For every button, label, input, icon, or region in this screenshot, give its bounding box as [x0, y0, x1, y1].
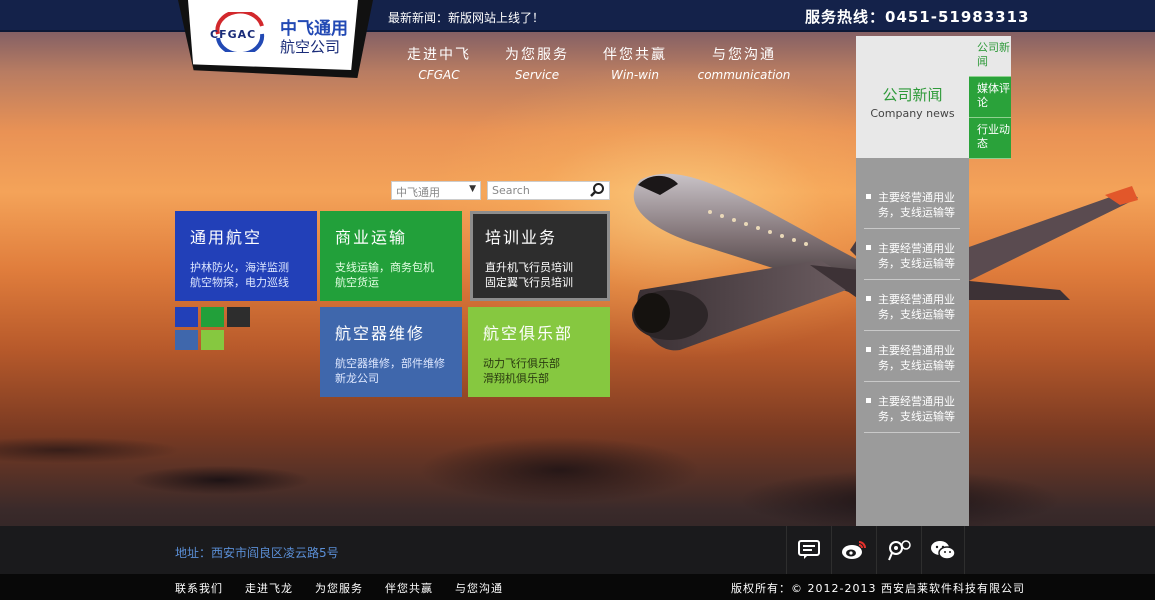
tab-media-comments[interactable]: 媒体评论: [969, 77, 1011, 118]
news-list: 主要经营通用业务，支线运输等 主要经营通用业务，支线运输等 主要经营通用业务，支…: [864, 186, 960, 441]
tile-training[interactable]: 培训业务 直升机飞行员培训 固定翼飞行员培训: [470, 211, 610, 301]
tile-title: 航空俱乐部: [483, 324, 574, 343]
tile-general-aviation[interactable]: 通用航空 护林防火，海洋监测 航空物探，电力巡线: [175, 211, 317, 301]
tile-title: 航空器维修: [335, 324, 426, 343]
weibo-icon[interactable]: [831, 526, 875, 574]
news-item-text: 主要经营通用业务，支线运输等: [878, 242, 955, 270]
news-item[interactable]: 主要经营通用业务，支线运输等: [864, 390, 960, 433]
footer-link-service[interactable]: 为您服务: [315, 580, 363, 596]
color-swatch-green[interactable]: [201, 307, 224, 327]
news-item-text: 主要经营通用业务，支线运输等: [878, 293, 955, 321]
footer-link-win-win[interactable]: 伴您共赢: [385, 580, 433, 596]
footer-link-about[interactable]: 走进飞龙: [245, 580, 293, 596]
search-input[interactable]: Search: [487, 181, 610, 200]
footer-link-contact[interactable]: 联系我们: [175, 580, 223, 596]
footer-link-communication[interactable]: 与您沟通: [455, 580, 503, 596]
news-panel-header: 公司新闻 Company news: [856, 36, 969, 158]
main-nav: 走进中飞 CFGAC 为您服务 Service 伴您共赢 Win-win 与您沟…: [390, 44, 804, 82]
tile-commercial-transport[interactable]: 商业运输 支线运输，商务包机 航空货运: [320, 211, 462, 301]
tile-title: 培训业务: [485, 228, 558, 247]
chevron-down-icon: ▼: [469, 184, 476, 194]
color-swatch-lime[interactable]: [201, 330, 224, 350]
nav-label-en: Service: [514, 68, 560, 82]
tile-desc-line2: 新龙公司: [335, 372, 379, 385]
logo-name-line2: 航空公司: [280, 38, 341, 56]
news-panel-title: 公司新闻: [882, 86, 943, 104]
tile-desc-line2: 航空货运: [335, 276, 379, 289]
logo[interactable]: CFGAC 中飞通用 航空公司: [178, 0, 373, 78]
tile-desc-line1: 支线运输，商务包机: [335, 261, 434, 274]
nav-label-en: Win-win: [611, 68, 659, 82]
chat-icon[interactable]: [786, 526, 830, 574]
news-item[interactable]: 主要经营通用业务，支线运输等: [864, 288, 960, 331]
tile-desc-line2: 滑翔机俱乐部: [483, 372, 549, 385]
news-panel-subtitle: Company news: [870, 107, 955, 120]
service-hotline: 服务热线：0451-51983313: [805, 8, 1030, 26]
logo-card: CFGAC 中飞通用 航空公司: [188, 0, 358, 70]
news-item-text: 主要经营通用业务，支线运输等: [878, 395, 955, 423]
site-select[interactable]: 中飞通用 ▼: [391, 181, 481, 200]
news-item[interactable]: 主要经营通用业务，支线运输等: [864, 339, 960, 382]
nav-item-communication[interactable]: 与您沟通 communication: [684, 44, 804, 82]
news-panel: 公司新闻 Company news 主要经营通用业务，支线运输等 主要经营通用业…: [856, 36, 969, 526]
news-item[interactable]: 主要经营通用业务，支线运输等: [864, 237, 960, 280]
tile-title: 通用航空: [190, 228, 263, 247]
color-swatch-dark[interactable]: [227, 307, 250, 327]
nav-label-zh: 伴您共赢: [603, 47, 667, 63]
nav-label-zh: 为您服务: [505, 47, 569, 63]
logo-abbr: CFGAC: [210, 28, 257, 41]
nav-label-en: communication: [697, 68, 791, 82]
tab-industry-news[interactable]: 行业动态: [969, 118, 1011, 159]
nav-item-cfgac[interactable]: 走进中飞 CFGAC: [390, 44, 488, 82]
copyright-text: 版权所有：© 2012-2013 西安启莱软件科技有限公司: [731, 582, 1025, 595]
news-item-text: 主要经营通用业务，支线运输等: [878, 344, 955, 372]
nav-item-win-win[interactable]: 伴您共赢 Win-win: [586, 44, 684, 82]
tencent-weibo-icon[interactable]: [876, 526, 920, 574]
wechat-icon[interactable]: [921, 526, 965, 574]
footer-links: 联系我们 走进飞龙 为您服务 伴您共赢 与您沟通: [175, 580, 503, 596]
tile-desc-line2: 固定翼飞行员培训: [485, 276, 573, 289]
airplane-image: [632, 173, 1138, 351]
tile-desc-line2: 航空物探，电力巡线: [190, 276, 289, 289]
tile-title: 商业运输: [335, 228, 408, 247]
nav-label-en: CFGAC: [418, 68, 460, 82]
footer-top: [0, 526, 1155, 574]
latest-news-text[interactable]: 最新新闻：新版网站上线了！: [388, 9, 544, 26]
search-placeholder: Search: [492, 184, 530, 197]
nav-item-service[interactable]: 为您服务 Service: [488, 44, 586, 82]
tile-desc-line1: 直升机飞行员培训: [485, 261, 573, 274]
site-select-value: 中飞通用: [396, 186, 440, 199]
tile-aircraft-maintenance[interactable]: 航空器维修 航空器维修，部件维修 新龙公司: [320, 307, 462, 397]
tile-desc-line1: 动力飞行俱乐部: [483, 357, 560, 370]
tab-company-news[interactable]: 公司新闻: [969, 36, 1011, 77]
tile-desc-line1: 航空器维修，部件维修: [335, 357, 445, 370]
tile-desc-line1: 护林防火，海洋监测: [190, 261, 289, 274]
search-icon[interactable]: [589, 182, 605, 198]
news-item[interactable]: 主要经营通用业务，支线运输等: [864, 186, 960, 229]
color-swatch-steel-blue[interactable]: [175, 330, 198, 350]
news-tabs: 公司新闻 媒体评论 行业动态: [969, 36, 1011, 159]
color-swatch-blue[interactable]: [175, 307, 198, 327]
news-item-text: 主要经营通用业务，支线运输等: [878, 191, 955, 219]
nav-label-zh: 走进中飞: [407, 47, 471, 63]
tile-aviation-club[interactable]: 航空俱乐部 动力飞行俱乐部 滑翔机俱乐部: [468, 307, 610, 397]
footer-address: 地址：西安市阎良区凌云路5号: [175, 546, 339, 560]
nav-label-zh: 与您沟通: [712, 47, 776, 63]
